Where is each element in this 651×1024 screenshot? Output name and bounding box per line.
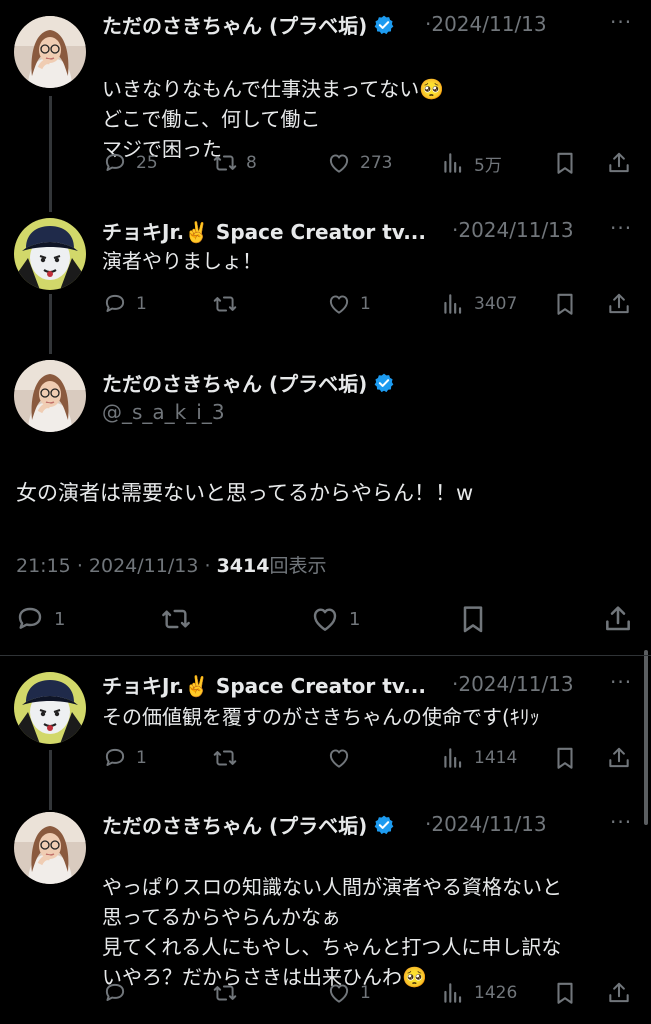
like-button[interactable]: 1 — [326, 291, 371, 317]
avatar[interactable] — [14, 360, 86, 432]
post-text: その価値観を覆すのがさきちゃんの使命です(ｷﾘｯ — [102, 705, 540, 729]
reply-icon — [102, 745, 128, 771]
post-date[interactable]: ·2024/11/13 — [425, 12, 547, 36]
bookmark-icon — [552, 150, 578, 176]
divider — [0, 655, 651, 656]
repost-icon — [212, 980, 238, 1006]
bookmark-button[interactable] — [552, 150, 578, 176]
repost-button[interactable] — [212, 291, 238, 317]
like-icon — [326, 291, 352, 317]
share-button[interactable] — [606, 150, 632, 176]
bookmark-button[interactable] — [552, 980, 578, 1006]
verified-badge-icon — [373, 814, 395, 836]
post-text: 演者やりましょ！ — [102, 249, 262, 273]
display-name[interactable]: ただのさきちゃん (プラベ垢) — [102, 810, 395, 839]
thread-line — [49, 750, 52, 810]
bookmark-icon — [552, 745, 578, 771]
reply-button[interactable]: 1 — [14, 603, 65, 635]
share-icon — [602, 603, 634, 635]
repost-button[interactable] — [160, 603, 192, 635]
display-name[interactable]: チョキJr.✌️ Space Creator tv... — [102, 670, 426, 699]
thread-line — [49, 96, 52, 212]
display-name[interactable]: ただのさきちゃん (プラベ垢) — [102, 368, 395, 397]
views-button[interactable]: 1426 — [440, 980, 517, 1006]
reply-button[interactable] — [102, 980, 128, 1006]
share-button[interactable] — [602, 603, 634, 635]
views-icon — [440, 745, 466, 771]
like-button[interactable]: 273 — [326, 150, 392, 176]
like-icon — [326, 745, 352, 771]
post-date[interactable]: ·2024/11/13 — [452, 218, 574, 242]
share-button[interactable] — [606, 745, 632, 771]
views-button[interactable]: 3407 — [440, 291, 517, 317]
more-icon[interactable]: ··· — [610, 670, 632, 694]
reply-button[interactable]: 25 — [102, 150, 158, 176]
views-button[interactable]: 5万 — [440, 150, 502, 176]
scrollbar[interactable] — [644, 650, 648, 825]
display-name[interactable]: ただのさきちゃん (プラベ垢) — [102, 10, 395, 39]
like-button[interactable]: 1 — [326, 980, 371, 1006]
more-icon[interactable]: ··· — [610, 216, 632, 240]
thread-line — [49, 294, 52, 354]
post-timestamp[interactable]: 21:15 · 2024/11/13 · 3414回表示 — [16, 551, 326, 578]
repost-icon — [160, 603, 192, 635]
reply-icon — [102, 150, 128, 176]
display-name[interactable]: チョキJr.✌️ Space Creator tv... — [102, 216, 426, 245]
share-button[interactable] — [606, 980, 632, 1006]
more-icon[interactable]: ··· — [610, 10, 632, 34]
views-icon — [440, 980, 466, 1006]
repost-button[interactable]: 8 — [212, 150, 257, 176]
avatar[interactable] — [14, 16, 86, 88]
repost-icon — [212, 745, 238, 771]
views-icon — [440, 291, 466, 317]
reply-button[interactable]: 1 — [102, 291, 147, 317]
verified-badge-icon — [373, 372, 395, 394]
like-button[interactable]: 1 — [309, 603, 360, 635]
like-icon — [326, 980, 352, 1006]
bookmark-icon — [552, 980, 578, 1006]
repost-button[interactable] — [212, 745, 238, 771]
post-date[interactable]: ·2024/11/13 — [425, 812, 547, 836]
reply-icon — [102, 980, 128, 1006]
bookmark-button[interactable] — [552, 745, 578, 771]
share-icon — [606, 980, 632, 1006]
like-icon — [326, 150, 352, 176]
share-icon — [606, 291, 632, 317]
like-icon — [309, 603, 341, 635]
share-icon — [606, 745, 632, 771]
reply-icon — [102, 291, 128, 317]
repost-icon — [212, 150, 238, 176]
handle[interactable]: @_s_a_k_i_3 — [102, 400, 225, 424]
bookmark-icon — [457, 603, 489, 635]
bookmark-button[interactable] — [457, 603, 489, 635]
avatar[interactable] — [14, 672, 86, 744]
avatar[interactable] — [14, 812, 86, 884]
repost-icon — [212, 291, 238, 317]
like-button[interactable] — [326, 745, 352, 771]
share-button[interactable] — [606, 291, 632, 317]
post-text: 女の演者は需要ないと思ってるからやらん！！w — [16, 481, 474, 505]
reply-icon — [14, 603, 46, 635]
avatar[interactable] — [14, 218, 86, 290]
verified-badge-icon — [373, 14, 395, 36]
share-icon — [606, 150, 632, 176]
views-button[interactable]: 1414 — [440, 745, 517, 771]
reply-button[interactable]: 1 — [102, 745, 147, 771]
views-icon — [440, 150, 466, 176]
post-date[interactable]: ·2024/11/13 — [452, 672, 574, 696]
view-count: 3414 — [216, 555, 270, 577]
bookmark-icon — [552, 291, 578, 317]
repost-button[interactable] — [212, 980, 238, 1006]
bookmark-button[interactable] — [552, 291, 578, 317]
more-icon[interactable]: ··· — [610, 810, 632, 834]
